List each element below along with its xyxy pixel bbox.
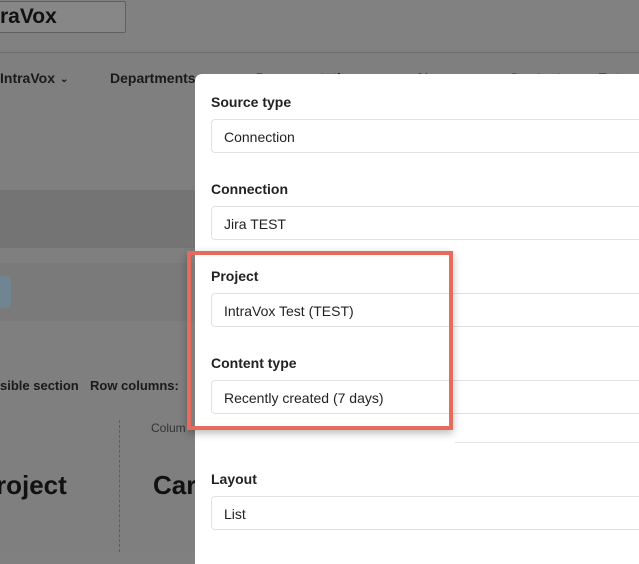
- layout-select[interactable]: List: [211, 496, 639, 530]
- column-label: Colum: [151, 421, 186, 435]
- nav-item-departments[interactable]: Departments: [110, 70, 196, 86]
- source-type-label: Source type: [211, 94, 292, 110]
- widget-heading-card: Car: [153, 470, 197, 500]
- connection-label: Connection: [211, 181, 288, 197]
- layout-label: Layout: [211, 471, 257, 487]
- source-type-select[interactable]: Connection: [211, 119, 639, 153]
- nav-item-label: Departments: [110, 70, 196, 86]
- row-columns-label: Row columns:: [90, 378, 179, 393]
- nav-item-label: IntraVox: [0, 70, 55, 86]
- nav-item-intravox[interactable]: IntraVox ⌄: [0, 70, 68, 86]
- connection-select[interactable]: Jira TEST: [211, 206, 639, 240]
- widget-heading-project: roject: [0, 470, 67, 500]
- top-bar: traVox: [0, 0, 639, 53]
- chevron-down-icon: ⌄: [59, 74, 69, 85]
- field-divider: [455, 442, 639, 443]
- add-button[interactable]: [0, 276, 11, 308]
- highlight-annotation: [187, 251, 453, 430]
- app-logo[interactable]: traVox: [0, 1, 126, 33]
- column-divider: [119, 420, 120, 552]
- visible-section-label: sible section: [0, 378, 79, 393]
